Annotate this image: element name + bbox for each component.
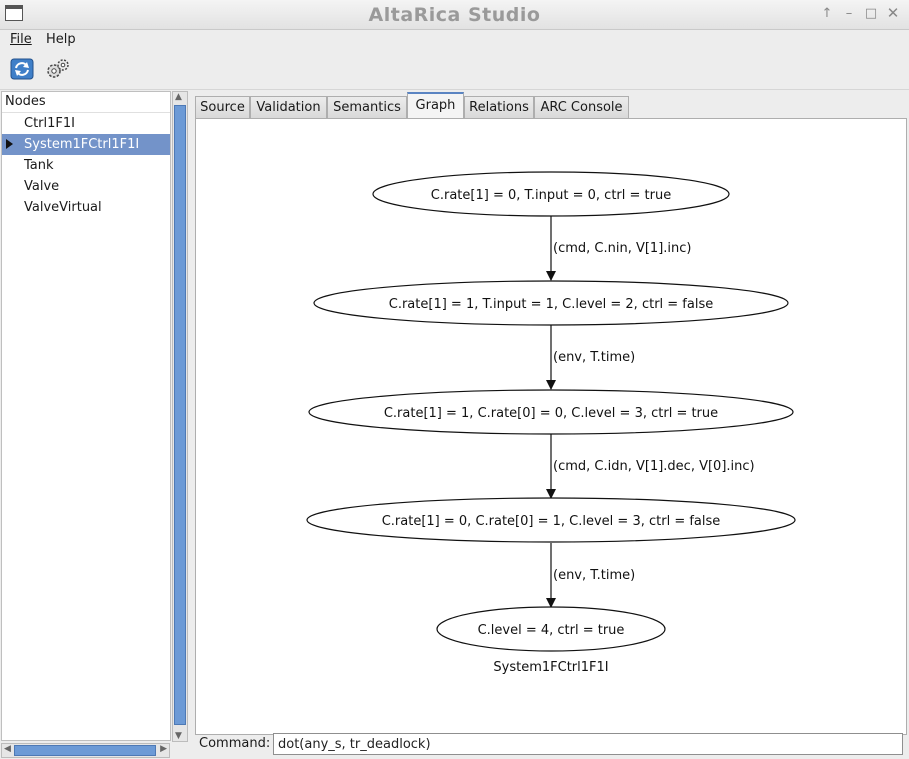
menu-file-label: File xyxy=(10,32,32,47)
tab-label: ARC Console xyxy=(540,100,623,115)
node-item-tank[interactable]: Tank xyxy=(2,155,170,176)
tab-source[interactable]: Source xyxy=(195,96,250,118)
node-label: Valve xyxy=(24,179,60,194)
toolbar xyxy=(0,53,909,90)
tab-label: Semantics xyxy=(333,100,401,115)
tab-label: Graph xyxy=(415,98,456,113)
scroll-down-icon[interactable]: ▼ xyxy=(175,731,182,741)
title-bar: AltaRica Studio ↑ – □ ✕ xyxy=(0,0,909,30)
node-label: ValveVirtual xyxy=(24,200,102,215)
window-title: AltaRica Studio xyxy=(368,4,541,26)
tab-semantics[interactable]: Semantics xyxy=(327,96,407,118)
state-label: C.level = 4, ctrl = true xyxy=(478,623,625,638)
scroll-right-icon[interactable]: ▶ xyxy=(160,744,167,754)
node-label: Tank xyxy=(24,158,54,173)
tab-graph[interactable]: Graph xyxy=(407,92,464,118)
command-input[interactable] xyxy=(273,733,903,755)
vertical-scrollbar[interactable]: ▲ ▼ xyxy=(172,91,188,742)
vertical-scroll-thumb[interactable] xyxy=(174,105,186,725)
transition-label: (cmd, C.nin, V[1].inc) xyxy=(553,241,691,256)
menu-file[interactable]: File xyxy=(10,32,32,47)
scroll-up-icon[interactable]: ▲ xyxy=(175,92,182,102)
tab-label: Validation xyxy=(256,100,321,115)
command-label: Command: xyxy=(199,736,271,751)
minimize-icon[interactable]: – xyxy=(841,6,857,21)
state-label: C.rate[1] = 0, T.input = 0, ctrl = true xyxy=(431,188,671,203)
node-item-valvevirtual[interactable]: ValveVirtual xyxy=(2,197,170,218)
state-label: C.rate[1] = 1, C.rate[0] = 0, C.level = … xyxy=(384,406,718,421)
expand-arrow-icon[interactable] xyxy=(6,139,13,149)
menu-bar: File Help xyxy=(0,29,909,51)
scroll-left-icon[interactable]: ◀ xyxy=(4,744,11,754)
tab-arc-console[interactable]: ARC Console xyxy=(534,96,629,118)
node-item-system1fctrl1f1i[interactable]: System1FCtrl1F1I xyxy=(2,134,170,155)
close-icon[interactable]: ✕ xyxy=(885,4,901,22)
transition-label: (env, T.time) xyxy=(553,350,635,365)
state-graph: (cmd, C.nin, V[1].inc) (env, T.time) (cm… xyxy=(306,171,796,675)
node-label: System1FCtrl1F1I xyxy=(24,137,140,152)
state-label: C.rate[1] = 1, T.input = 1, C.level = 2,… xyxy=(389,297,714,312)
tab-label: Relations xyxy=(469,100,529,115)
transition-label: (cmd, C.idn, V[1].dec, V[0].inc) xyxy=(553,459,755,474)
node-item-ctrl1f1i[interactable]: Ctrl1F1I xyxy=(2,113,170,134)
horizontal-scrollbar[interactable]: ◀ ▶ xyxy=(1,743,170,758)
tab-validation[interactable]: Validation xyxy=(250,96,327,118)
state-label: C.rate[1] = 0, C.rate[0] = 1, C.level = … xyxy=(382,514,721,529)
nodes-panel: Nodes Ctrl1F1I System1FCtrl1F1I Tank Val… xyxy=(1,91,171,741)
graph-panel: (cmd, C.nin, V[1].inc) (env, T.time) (cm… xyxy=(195,118,907,735)
tab-label: Source xyxy=(200,100,245,115)
node-label: Ctrl1F1I xyxy=(24,116,75,131)
keep-above-icon[interactable]: ↑ xyxy=(819,6,835,21)
refresh-icon[interactable] xyxy=(10,57,36,83)
nodes-header: Nodes xyxy=(2,92,170,113)
menu-help-label: Help xyxy=(46,32,76,47)
horizontal-scroll-thumb[interactable] xyxy=(14,745,156,756)
settings-gears-icon[interactable] xyxy=(45,57,71,83)
tab-relations[interactable]: Relations xyxy=(464,96,534,118)
transition-label: (env, T.time) xyxy=(553,568,635,583)
maximize-icon[interactable]: □ xyxy=(863,6,879,21)
graph-caption: System1FCtrl1F1I xyxy=(493,660,608,675)
node-item-valve[interactable]: Valve xyxy=(2,176,170,197)
menu-help[interactable]: Help xyxy=(46,32,76,47)
